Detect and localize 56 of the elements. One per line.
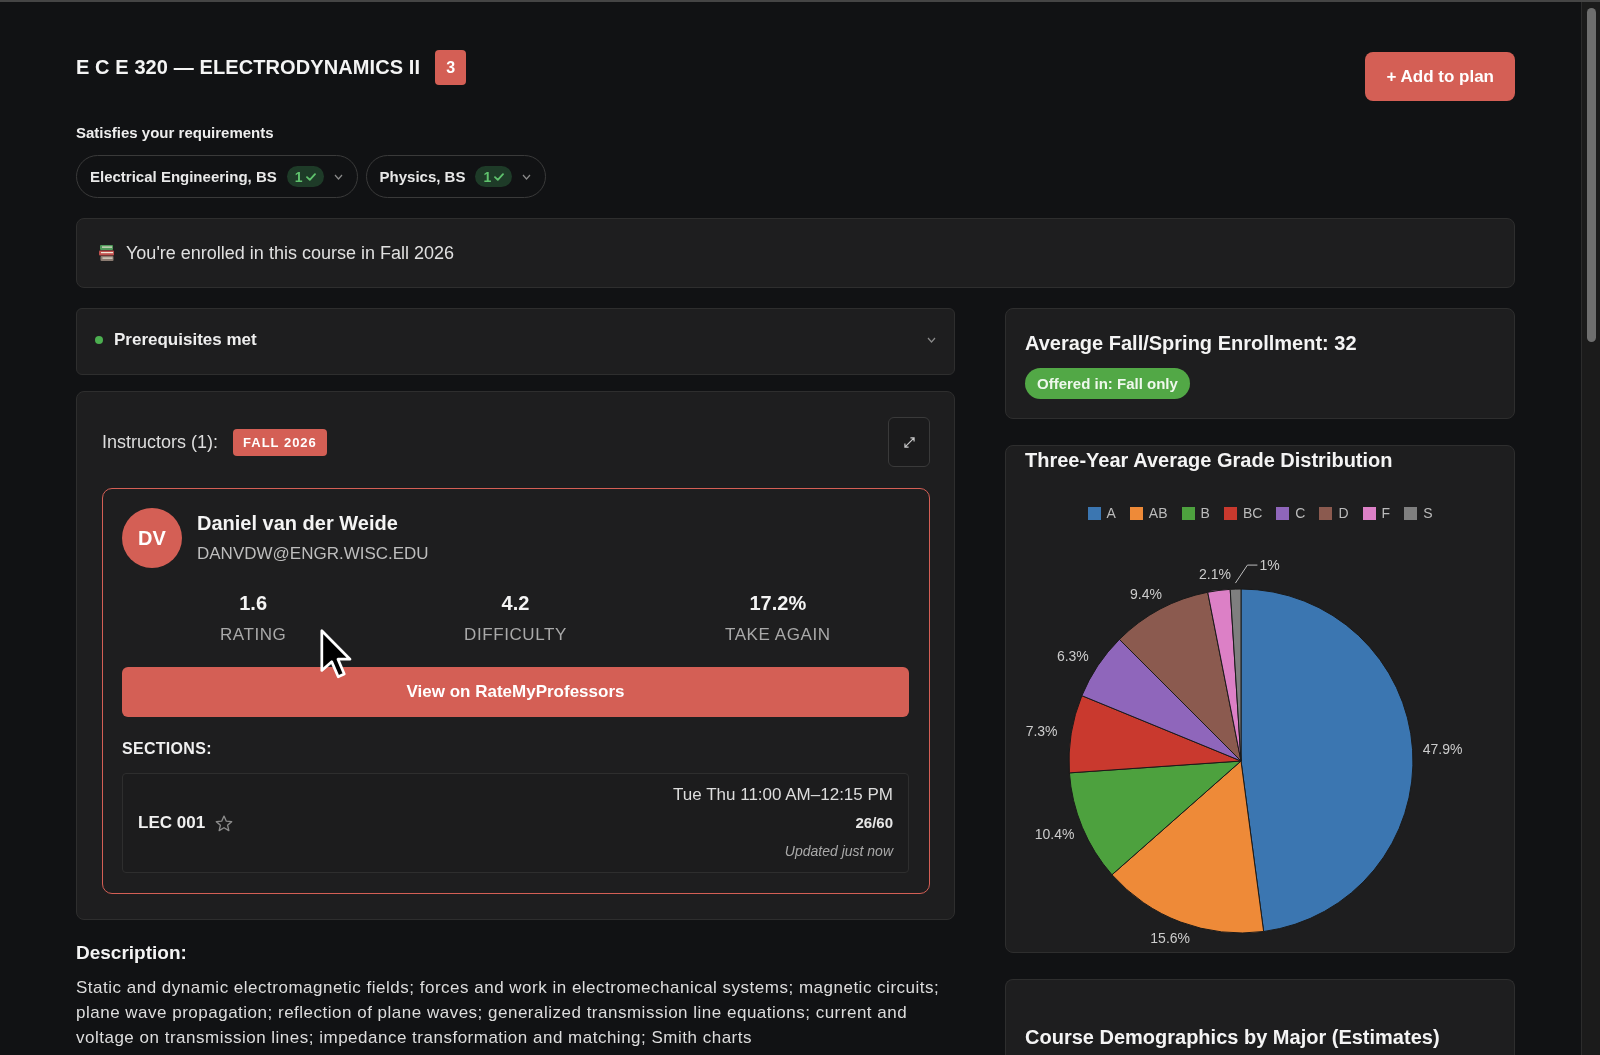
legend-item[interactable]: BC xyxy=(1223,504,1263,522)
instructor-email: DANVDW@ENGR.WISC.EDU xyxy=(197,543,429,565)
prerequisites-toggle[interactable]: Prerequisites met xyxy=(76,308,955,375)
requirements-heading: Satisfies your requirements xyxy=(76,124,275,142)
demographics-heading: Course Demographics by Major (Estimates) xyxy=(1025,1025,1441,1049)
check-icon xyxy=(305,172,316,181)
mouse-pointer-icon xyxy=(319,628,352,680)
slice-label: 10.4% xyxy=(1034,825,1075,842)
slice-label: 7.3% xyxy=(1025,722,1058,739)
slice-label: 15.6% xyxy=(1150,930,1191,946)
expand-icon xyxy=(903,436,915,448)
seat-count: 26/60 xyxy=(855,813,893,833)
books-icon xyxy=(98,244,116,262)
offered-term-tag: Offered in: Fall only xyxy=(1025,368,1190,399)
instructor-name: Daniel van der Weide xyxy=(197,511,399,535)
legend-item[interactable]: F xyxy=(1362,504,1391,522)
scrollbar-thumb[interactable] xyxy=(1587,8,1596,342)
slice-label: 47.9% xyxy=(1422,740,1463,757)
stat-value: 17.2% xyxy=(749,591,807,615)
stat-value: 4.2 xyxy=(501,591,530,615)
slice-label: 9.4% xyxy=(1129,586,1162,603)
legend-item[interactable]: S xyxy=(1404,504,1433,522)
sections-heading: SECTIONS: xyxy=(122,739,213,759)
star-icon[interactable] xyxy=(215,814,234,832)
chart-title: Three-Year Average Grade Distribution xyxy=(1025,448,1394,472)
enrollment-heading: Average Fall/Spring Enrollment: 32 xyxy=(1025,331,1358,355)
count-text: 1 xyxy=(294,168,303,185)
term-badge: FALL 2026 xyxy=(233,428,327,456)
update-status: Updated just now xyxy=(784,842,893,861)
stat-label: RATING xyxy=(219,625,287,645)
stat-label: TAKE AGAIN xyxy=(724,625,831,645)
leader-line xyxy=(1234,564,1258,584)
section-schedule: Tue Thu 11:00 AM–12:15 PM xyxy=(673,784,893,806)
slice-label: 6.3% xyxy=(1056,648,1089,665)
count-text: 1 xyxy=(483,168,492,185)
expand-button[interactable] xyxy=(888,417,930,467)
add-to-plan-button[interactable]: + Add to plan xyxy=(1365,52,1515,101)
description-heading: Description: xyxy=(76,942,188,964)
credits-badge: 3 xyxy=(435,50,467,85)
stat-label: DIFFICULTY xyxy=(464,625,567,645)
initials-avatar: DV xyxy=(122,508,182,568)
slice-label: 2.1% xyxy=(1199,565,1231,582)
course-title: E C E 320 — ELECTRODYNAMICS II xyxy=(76,56,421,79)
legend-item[interactable]: A xyxy=(1087,504,1116,522)
slice-label: 1% xyxy=(1259,557,1280,574)
legend-item[interactable]: D xyxy=(1319,504,1349,522)
view-ratings-button[interactable]: View on RateMyProfessors xyxy=(122,667,909,717)
check-icon xyxy=(494,172,505,181)
section-name: LEC 001 xyxy=(138,813,206,833)
stat-value: 1.6 xyxy=(239,591,268,615)
legend-item[interactable]: AB xyxy=(1129,504,1168,522)
legend-item[interactable]: C xyxy=(1276,504,1306,522)
legend-item[interactable]: B xyxy=(1181,504,1210,522)
description-text: Static and dynamic electromagnetic fields; forces and work in electromechanical systems; magnetic circuits; plane wave propagation; reflection of plane waves; generalized transmission line equations; current and voltage on transmission lines; impedance transformation and matching; Smith charts xyxy=(76,977,941,1049)
instructors-heading: Instructors (1): xyxy=(102,431,219,453)
enrollment-notice: You're enrolled in this course in Fall 2026 xyxy=(126,242,454,264)
